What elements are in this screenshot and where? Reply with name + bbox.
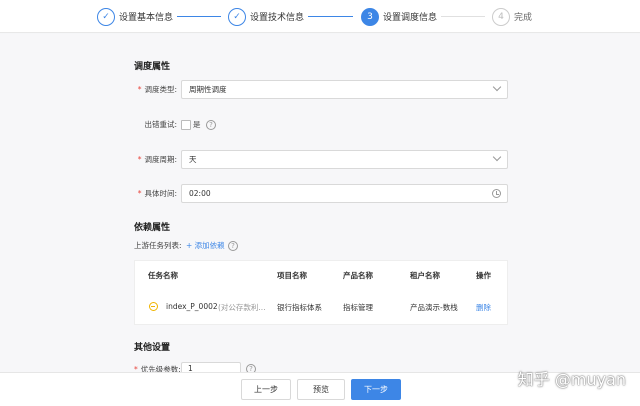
watermark: 知乎 @muyan [517,370,626,389]
column-header: 项目名称 [277,271,307,280]
tenant-name-cell: 产品演示-数栈 [410,303,458,312]
dependency-table: 任务名称 项目名称 产品名称 租户名称 操作 index_P_0002 (对公存… [134,260,508,325]
upstream-tasks-label: 上游任务列表: [134,241,182,250]
warning-status-icon [149,302,158,311]
specific-time-label: * 具体时间: [137,189,177,198]
project-name-cell: 银行指标体系 [277,303,322,312]
step-connector [177,16,221,17]
retry-label: 出错重试: [144,120,177,129]
specific-time-picker[interactable]: 02:00 [181,184,508,203]
step-finish: 4 完成 [492,7,532,26]
delete-link[interactable]: 删除 [476,302,491,313]
check-icon: ✓ [97,7,115,26]
step-label: 完成 [514,13,533,23]
step-number: 4 [492,7,510,26]
section-title-dependency: 依赖属性 [134,223,171,233]
check-icon: ✓ [228,7,246,26]
step-label: 设置基本信息 [119,13,174,23]
add-dependency-link[interactable]: + 添加依赖 [186,240,225,251]
next-step-button[interactable]: 下一步 [351,379,401,400]
chevron-down-icon [492,82,502,92]
preview-button[interactable]: 预览 [297,379,345,400]
schedule-type-select[interactable]: 周期性调度 [181,80,508,99]
step-tech-info[interactable]: ✓ 设置技术信息 [228,7,304,26]
product-name-cell: 指标管理 [343,303,373,312]
question-circle-icon[interactable]: ? [228,241,238,251]
previous-step-button[interactable]: 上一步 [241,379,291,400]
column-header: 任务名称 [148,271,178,280]
step-connector [308,16,353,17]
step-connector [441,16,485,17]
form-panel: 调度属性 * 调度类型: 周期性调度 出错重试: 是 ? * 调度周期: 天 * 具体… [0,34,640,376]
retry-checkbox[interactable] [181,120,191,130]
step-schedule-info[interactable]: 3 设置调度信息 [361,7,437,26]
retry-option-label: 是 [193,120,201,129]
schedule-cycle-label: * 调度周期: [137,155,177,164]
step-label: 设置调度信息 [383,13,438,23]
step-number: 3 [361,7,379,26]
column-header: 产品名称 [343,271,373,280]
schedule-cycle-value: 天 [189,155,197,164]
task-name-cell: index_P_0002 [166,302,218,311]
schedule-cycle-select[interactable]: 天 [181,150,508,169]
steps-bar: ✓ 设置基本信息 ✓ 设置技术信息 3 设置调度信息 4 完成 [0,0,640,33]
step-label: 设置技术信息 [250,13,305,23]
clock-icon [492,189,501,198]
question-circle-icon[interactable]: ? [206,120,216,130]
chevron-down-icon [492,152,502,162]
schedule-type-value: 周期性调度 [189,85,227,94]
task-note-cell: (对公存款利... [218,303,266,312]
column-header: 租户名称 [410,271,440,280]
schedule-type-label: * 调度类型: [137,85,177,94]
column-header: 操作 [476,271,491,280]
section-title-schedule: 调度属性 [134,62,171,72]
step-basic-info[interactable]: ✓ 设置基本信息 [97,7,173,26]
specific-time-value: 02:00 [189,189,211,198]
section-title-other: 其他设置 [134,343,171,353]
